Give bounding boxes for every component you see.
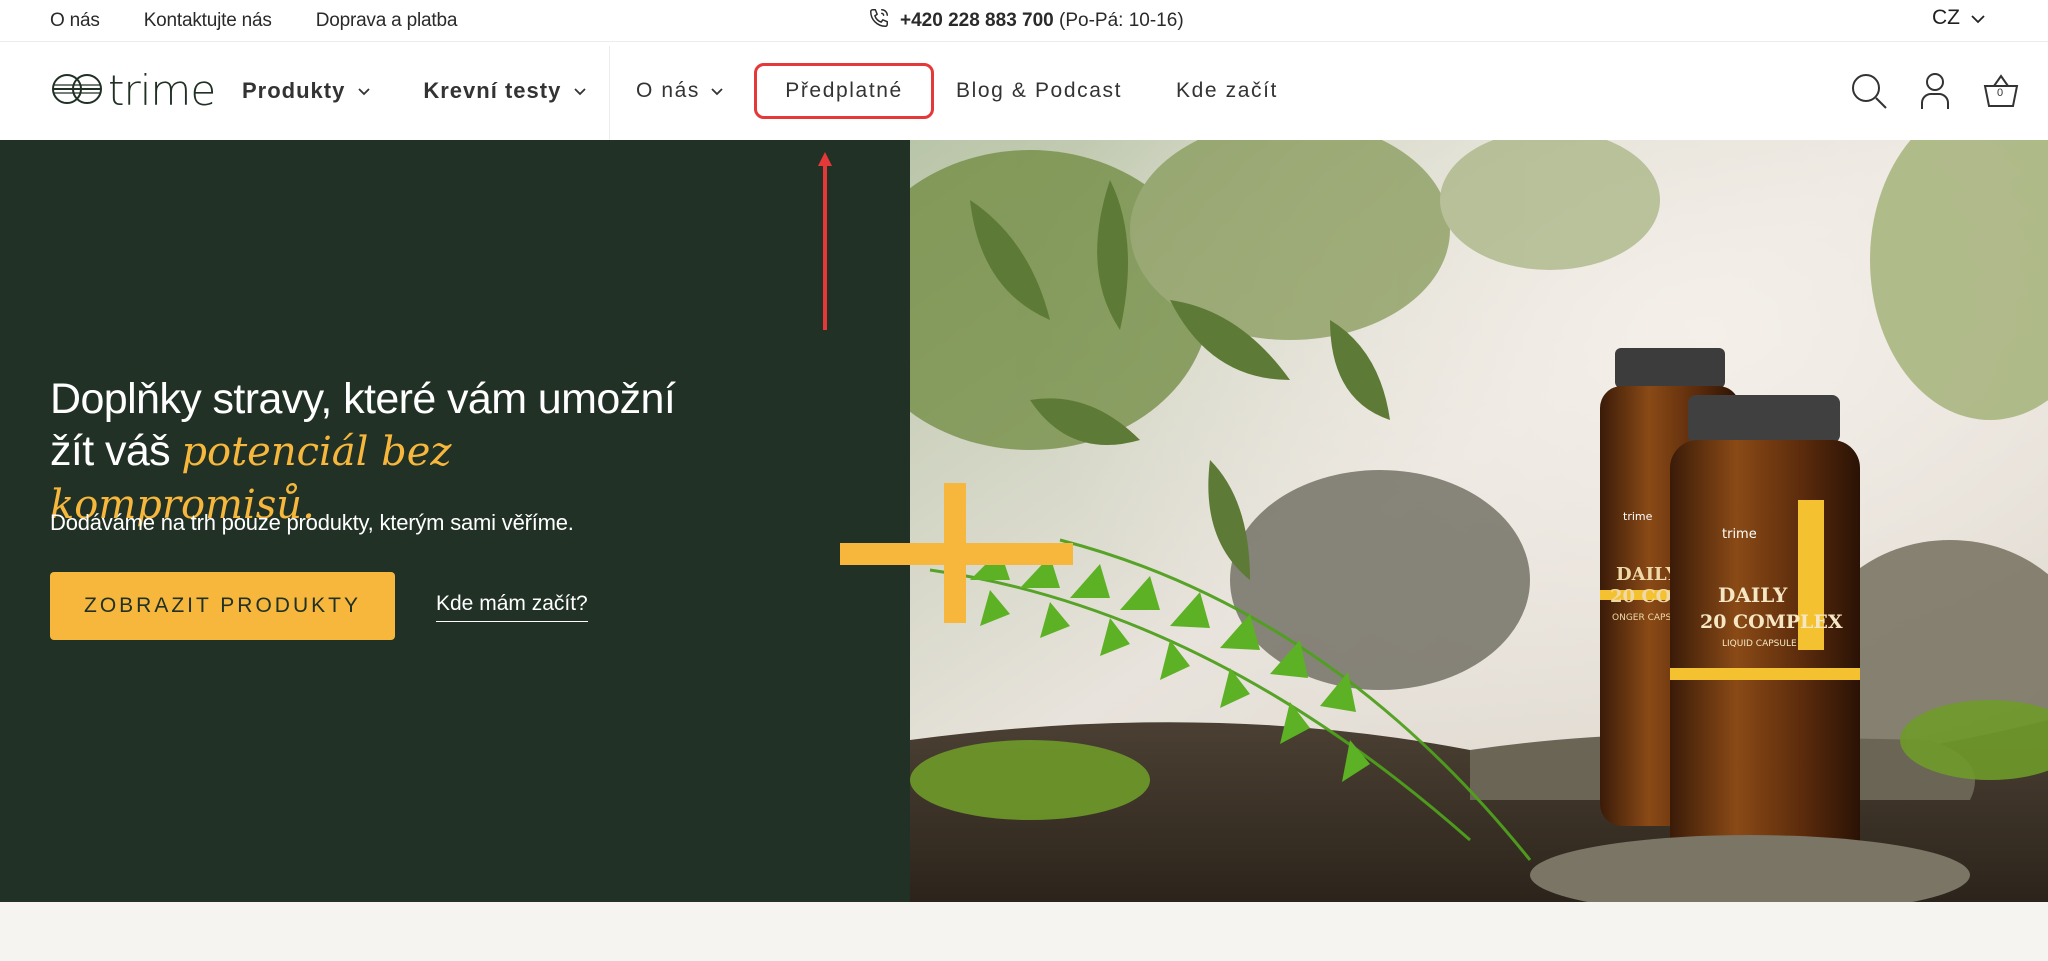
nav-blog-podcast[interactable]: Blog & Podcast — [956, 79, 1122, 103]
nav-produkty-label: Produkty — [242, 78, 346, 103]
chevron-down-icon — [711, 87, 723, 95]
nav-predplatne[interactable]: Předplatné — [754, 63, 935, 119]
bottle-front-line3: LIQUID CAPSULE — [1722, 639, 1797, 649]
header-icons: 0 — [1850, 72, 2020, 110]
chevron-down-icon — [574, 87, 586, 95]
where-to-start-link[interactable]: Kde mám začít? — [436, 592, 588, 622]
nav-o-nas[interactable]: O nás — [636, 79, 724, 103]
nav-o-nas-label: O nás — [636, 79, 701, 102]
bottle-back-line1: DAILY — [1616, 564, 1680, 585]
basket-count: 0 — [1997, 87, 2004, 99]
hero-headline-line2: žít váš — [50, 427, 182, 475]
annotation-arrow-icon — [818, 152, 832, 330]
utility-link-kontakt[interactable]: Kontaktujte nás — [144, 10, 272, 32]
secondary-nav: O nás Předplatné Blog & Podcast Kde začí… — [636, 42, 1278, 140]
primary-nav: Produkty Krevní testy — [242, 42, 587, 140]
page-bottom-area — [0, 902, 2048, 961]
chevron-down-icon — [1970, 6, 1986, 30]
bottle-back-brand: trime — [1623, 510, 1653, 523]
nav-blog-label: Blog & Podcast — [956, 79, 1123, 102]
nav-divider — [609, 46, 610, 140]
phone-icon — [868, 7, 890, 35]
basket-icon[interactable]: 0 — [1982, 72, 2020, 110]
hero-product-image: trime DAILY 20 COMP ONGER CAPSUL trime D… — [910, 140, 2048, 902]
bottle-front-brand: trime — [1722, 527, 1757, 542]
hero-text-panel: Doplňky stravy, které vám umožní žít váš… — [0, 140, 910, 902]
hero-headline: Doplňky stravy, které vám umožní žít váš… — [50, 373, 690, 531]
bottle-front-line2: 20 COMPLEX — [1700, 611, 1843, 633]
logo-mark-icon — [50, 72, 104, 111]
hero-subtext: Dodáváme na trh pouze produkty, kterým s… — [50, 510, 574, 535]
phone-hours: (Po-Pá: 10-16) — [1059, 10, 1184, 31]
brand-logo[interactable]: trime — [50, 66, 216, 115]
chevron-down-icon — [358, 87, 370, 95]
nav-kde-label: Kde začít — [1176, 79, 1278, 102]
utility-links: O nás Kontaktujte nás Doprava a platba — [50, 0, 457, 42]
bottle-front-line1: DAILY — [1718, 583, 1788, 607]
phone-number: +420 228 883 700 — [900, 10, 1054, 31]
nav-krevni-testy[interactable]: Krevní testy — [423, 78, 587, 104]
top-utility-bar: O nás Kontaktujte nás Doprava a platba +… — [0, 0, 2048, 42]
language-label: CZ — [1932, 6, 1960, 29]
utility-link-o-nas[interactable]: O nás — [50, 10, 100, 32]
utility-link-doprava[interactable]: Doprava a platba — [316, 10, 458, 32]
language-selector[interactable]: CZ — [1932, 0, 1986, 36]
hero-headline-line1: Doplňky stravy, které vám umožní — [50, 375, 676, 423]
account-icon[interactable] — [1916, 72, 1954, 110]
main-header: trime Produkty Krevní testy O nás Předpl… — [0, 42, 2048, 140]
search-icon[interactable] — [1850, 72, 1888, 110]
phone-contact[interactable]: +420 228 883 700 (Po-Pá: 10-16) — [868, 0, 1184, 42]
nav-produkty[interactable]: Produkty — [242, 78, 371, 104]
nav-predplatne-label: Předplatné — [785, 79, 903, 102]
decorative-cross — [840, 483, 1073, 623]
nav-krevni-testy-label: Krevní testy — [423, 78, 562, 103]
nav-kde-zacit[interactable]: Kde začít — [1176, 79, 1278, 103]
show-products-button[interactable]: ZOBRAZIT PRODUKTY — [50, 572, 395, 640]
logo-wordmark: trime — [108, 66, 216, 115]
